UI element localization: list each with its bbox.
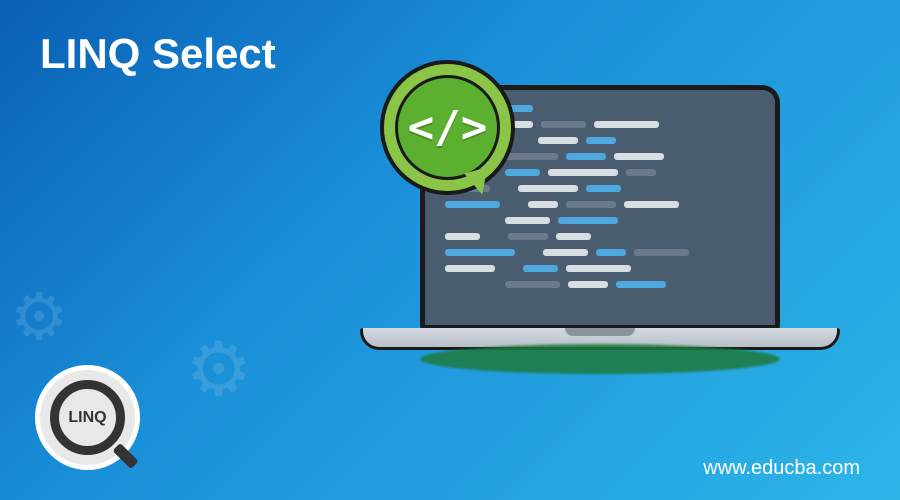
code-segment [624, 201, 679, 208]
code-line-row [445, 217, 755, 233]
code-segment [505, 281, 560, 288]
code-segment [614, 153, 664, 160]
code-segment [586, 185, 621, 192]
code-segment [541, 121, 586, 128]
code-segment [465, 281, 477, 288]
code-segment [626, 169, 656, 176]
code-segment [543, 249, 588, 256]
code-segment [508, 233, 548, 240]
code-bubble: </> [380, 60, 515, 195]
code-segment [568, 281, 608, 288]
code-segment [566, 265, 631, 272]
linq-badge-text: LINQ [68, 409, 106, 427]
code-segment [485, 217, 497, 224]
code-segment [616, 281, 666, 288]
laptop-notch [565, 328, 635, 336]
code-line-row [445, 201, 755, 217]
code-segment [445, 233, 480, 240]
magnifier-handle [112, 443, 138, 469]
code-segment [566, 153, 606, 160]
code-segment [558, 217, 618, 224]
code-segment [485, 281, 497, 288]
code-segment [634, 249, 689, 256]
code-line-row [445, 249, 755, 265]
code-segment [445, 201, 500, 208]
code-segment [445, 281, 457, 288]
code-segment [538, 137, 578, 144]
code-segment [445, 249, 515, 256]
code-segment [518, 137, 530, 144]
code-segment [556, 233, 591, 240]
laptop-shadow [420, 344, 780, 374]
code-line-row [445, 281, 755, 297]
code-segment [528, 201, 558, 208]
hero-banner: LINQ Select ⚙ ⚙ </> LINQ www.educba.com [0, 0, 900, 500]
page-title: LINQ Select [40, 30, 276, 78]
code-segment [445, 265, 495, 272]
bubble-inner-ring: </> [395, 75, 500, 180]
magnifier-icon: LINQ [50, 380, 125, 455]
code-segment [586, 137, 616, 144]
code-segment [523, 249, 535, 256]
code-line-row [445, 233, 755, 249]
code-icon: </> [408, 102, 487, 153]
code-segment [523, 265, 558, 272]
code-segment [445, 217, 457, 224]
code-segment [503, 265, 515, 272]
website-url: www.educba.com [703, 457, 860, 480]
speech-bubble-tail [464, 167, 494, 197]
code-segment [505, 217, 550, 224]
code-line-row [445, 265, 755, 281]
code-segment [566, 201, 616, 208]
code-segment [465, 217, 477, 224]
gear-decoration: ⚙ [10, 280, 68, 356]
code-segment [548, 169, 618, 176]
code-segment [508, 201, 520, 208]
code-segment [488, 233, 500, 240]
linq-badge: LINQ [35, 365, 140, 470]
gear-decoration: ⚙ [185, 325, 252, 414]
bubble-outer-ring: </> [380, 60, 515, 195]
code-segment [596, 249, 626, 256]
code-segment [594, 121, 659, 128]
code-segment [518, 185, 578, 192]
